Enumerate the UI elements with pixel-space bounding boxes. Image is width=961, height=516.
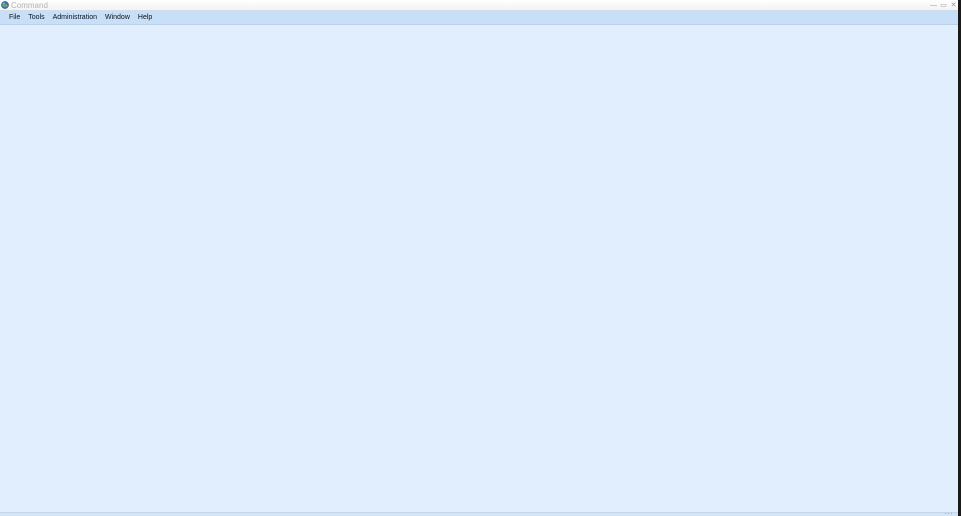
close-button[interactable]: ✕ (949, 0, 958, 11)
window-controls: — ▭ ✕ (928, 0, 958, 11)
menu-administration[interactable]: Administration (49, 11, 101, 25)
globe-icon (1, 1, 9, 9)
maximize-button[interactable]: ▭ (939, 0, 948, 11)
menu-bar: File Tools Administration Window Help (0, 11, 961, 25)
menu-file[interactable]: File (5, 11, 24, 25)
menu-tools[interactable]: Tools (24, 11, 48, 25)
menu-help[interactable]: Help (134, 11, 156, 25)
minimize-button[interactable]: — (929, 0, 938, 11)
menu-window[interactable]: Window (101, 11, 134, 25)
window-title: Command (11, 1, 48, 10)
app-window: Command — ▭ ✕ File Tools Administration … (0, 0, 961, 516)
status-bar (0, 512, 958, 516)
mdi-workspace[interactable] (0, 25, 958, 512)
title-bar[interactable]: Command — ▭ ✕ (0, 0, 961, 11)
resize-grip-icon[interactable] (944, 512, 952, 516)
